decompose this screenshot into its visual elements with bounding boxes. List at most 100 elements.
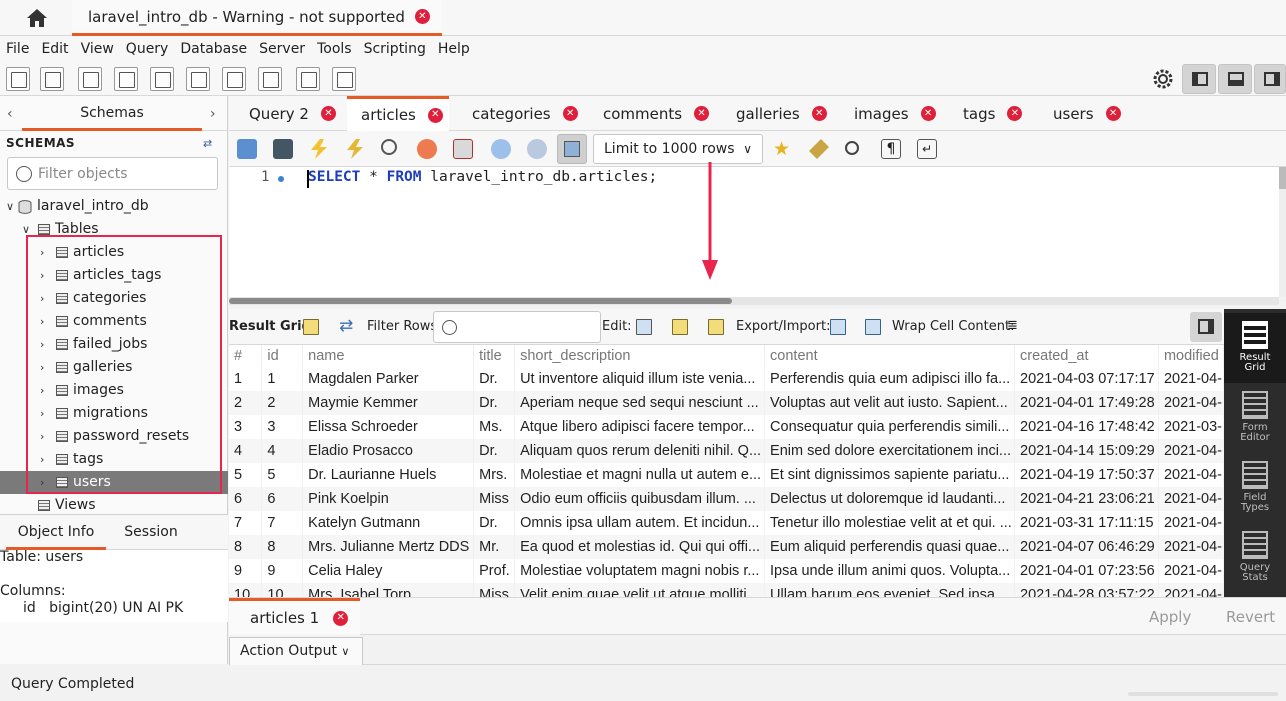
row-number[interactable]: 2 bbox=[229, 391, 263, 415]
expand-arrow-icon[interactable]: › bbox=[40, 448, 44, 471]
inspector-icon[interactable] bbox=[78, 67, 102, 91]
table-row[interactable]: 9 9 Celia Haley Prof. Molestiae voluptatem m… bbox=[229, 559, 1224, 583]
query-tab-galleries[interactable]: galleries ✕ bbox=[722, 96, 833, 131]
explain-icon[interactable] bbox=[381, 139, 397, 155]
table-cell[interactable]: Voluptas aut velit aut iusto. Sapient... bbox=[764, 391, 1015, 415]
table-cell[interactable]: 2021-04- bbox=[1158, 367, 1224, 391]
row-number[interactable]: 1 bbox=[229, 367, 263, 391]
table-cell[interactable]: 2021-04- bbox=[1158, 511, 1224, 535]
table-cell[interactable]: 7 bbox=[261, 511, 304, 535]
table-cell[interactable]: Magdalen Parker bbox=[302, 367, 475, 391]
settings-gear-icon[interactable] bbox=[1151, 67, 1175, 91]
table-cell[interactable]: 2021-04- bbox=[1158, 535, 1224, 559]
expand-arrow-icon[interactable]: › bbox=[40, 310, 44, 333]
row-number[interactable]: 3 bbox=[229, 415, 263, 439]
menu-file[interactable]: File bbox=[0, 41, 35, 57]
table-item-categories[interactable]: › categories bbox=[0, 287, 228, 310]
menu-query[interactable]: Query bbox=[120, 41, 175, 57]
create-function-icon[interactable] bbox=[258, 67, 282, 91]
table-item-migrations[interactable]: › migrations bbox=[0, 402, 228, 425]
table-cell[interactable]: Et sint dignissimos sapiente pariatu... bbox=[764, 463, 1015, 487]
side-panel-result-grid[interactable]: Result Grid bbox=[1224, 313, 1286, 383]
table-cell[interactable]: Molestiae et magni nulla ut autem e... bbox=[514, 463, 766, 487]
column-header[interactable]: title bbox=[473, 345, 516, 367]
row-number[interactable]: 10 bbox=[229, 583, 263, 597]
sql-editor[interactable]: 1 SELECT * FROM laravel_intro_db.article… bbox=[229, 167, 1286, 297]
close-tab-icon[interactable]: ✕ bbox=[1007, 106, 1023, 121]
import-icon[interactable] bbox=[865, 319, 881, 335]
close-tab-icon[interactable]: ✕ bbox=[1105, 106, 1121, 121]
toggle-output-button[interactable] bbox=[1218, 64, 1252, 94]
add-snippet-icon[interactable]: ★ bbox=[773, 139, 793, 159]
revert-button[interactable]: Revert bbox=[1226, 608, 1275, 626]
open-file-icon[interactable] bbox=[237, 139, 257, 159]
query-tab-articles[interactable]: articles ✕ bbox=[347, 96, 449, 131]
table-row[interactable]: 3 3 Elissa Schroeder Ms. Atque libero adipis… bbox=[229, 415, 1224, 439]
delete-row-icon[interactable] bbox=[708, 319, 724, 335]
table-item-users[interactable]: › users bbox=[0, 471, 228, 494]
close-tab-icon[interactable]: ✕ bbox=[427, 107, 443, 123]
row-number[interactable]: 9 bbox=[229, 559, 263, 583]
table-cell[interactable]: 2021-04- bbox=[1158, 463, 1224, 487]
column-header[interactable]: created_at bbox=[1014, 345, 1159, 367]
table-cell[interactable]: 10 bbox=[261, 583, 304, 597]
table-cell[interactable]: Pink Koelpin bbox=[302, 487, 475, 511]
table-row[interactable]: 5 5 Dr. Laurianne Huels Mrs. Molestiae et ma… bbox=[229, 463, 1224, 487]
table-cell[interactable]: 8 bbox=[261, 535, 304, 559]
action-output-select[interactable]: Action Output ∨ bbox=[229, 637, 363, 665]
table-cell[interactable]: Dr. bbox=[473, 391, 516, 415]
table-cell[interactable]: Omnis ipsa ullam autem. Et incidun... bbox=[514, 511, 766, 535]
expand-arrow-icon[interactable]: › bbox=[40, 425, 44, 448]
reconnect-icon[interactable] bbox=[332, 67, 356, 91]
menu-scripting[interactable]: Scripting bbox=[358, 41, 432, 57]
scrollbar-thumb[interactable] bbox=[229, 298, 732, 304]
table-cell[interactable]: Molestiae voluptatem magni nobis r... bbox=[514, 559, 766, 583]
column-header[interactable]: content bbox=[764, 345, 1015, 367]
column-header[interactable]: short_description bbox=[514, 345, 766, 367]
menu-help[interactable]: Help bbox=[432, 41, 476, 57]
table-cell[interactable]: Dr. bbox=[473, 367, 516, 391]
expand-arrow-icon[interactable]: › bbox=[40, 379, 44, 402]
toggle-side-panel-button[interactable] bbox=[1190, 312, 1222, 342]
close-tab-icon[interactable]: ✕ bbox=[562, 106, 578, 121]
connection-tab[interactable]: laravel_intro_db - Warning - not support… bbox=[72, 0, 442, 36]
find-icon[interactable] bbox=[845, 141, 859, 155]
table-row[interactable]: 4 4 Eladio Prosacco Dr. Aliquam quos rerum d… bbox=[229, 439, 1224, 463]
schema-node[interactable]: ∨ laravel_intro_db bbox=[0, 195, 228, 218]
table-cell[interactable]: 4 bbox=[261, 439, 304, 463]
wrap-lines-icon[interactable]: ↵ bbox=[917, 139, 937, 159]
table-cell[interactable]: Tenetur illo molestiae velit at et qui. … bbox=[764, 511, 1015, 535]
query-tab-query-2[interactable]: Query 2 ✕ bbox=[235, 96, 342, 131]
query-tab-tags[interactable]: tags ✕ bbox=[949, 96, 1028, 131]
table-cell[interactable]: 3 bbox=[261, 415, 304, 439]
table-cell[interactable]: Dr. bbox=[473, 511, 516, 535]
commit-icon[interactable] bbox=[491, 139, 511, 159]
close-result-tab-icon[interactable]: ✕ bbox=[333, 610, 349, 626]
expand-arrow-icon[interactable]: ∨ bbox=[22, 218, 30, 241]
table-cell[interactable]: Celia Haley bbox=[302, 559, 475, 583]
table-cell[interactable]: 2 bbox=[261, 391, 304, 415]
table-cell[interactable]: 2021-04- bbox=[1158, 487, 1224, 511]
edit-row-icon[interactable] bbox=[636, 319, 652, 335]
tab-schemas[interactable]: Schemas bbox=[22, 96, 202, 131]
column-header[interactable]: modified bbox=[1158, 345, 1224, 367]
table-cell[interactable]: 2021-03-31 17:11:15 bbox=[1014, 511, 1159, 535]
expand-arrow-icon[interactable]: › bbox=[40, 287, 44, 310]
chevron-right-icon[interactable]: › bbox=[210, 106, 216, 122]
create-view-icon[interactable] bbox=[186, 67, 210, 91]
close-tab-icon[interactable]: ✕ bbox=[320, 106, 336, 121]
auto-commit-toggle[interactable] bbox=[557, 134, 587, 164]
table-row[interactable]: 1 1 Magdalen Parker Dr. Ut inventore aliquid… bbox=[229, 367, 1224, 391]
table-cell[interactable]: 2021-04-16 17:48:42 bbox=[1014, 415, 1159, 439]
table-cell[interactable]: Ea quod et molestias id. Qui qui offi... bbox=[514, 535, 766, 559]
table-cell[interactable]: Velit enim quae velit ut atque molliti..… bbox=[514, 583, 766, 597]
export-icon[interactable] bbox=[830, 319, 846, 335]
table-cell[interactable]: Miss bbox=[473, 583, 516, 597]
table-item-galleries[interactable]: › galleries bbox=[0, 356, 228, 379]
rollback-icon[interactable] bbox=[527, 139, 547, 159]
save-icon[interactable] bbox=[273, 139, 293, 159]
close-tab-icon[interactable]: ✕ bbox=[920, 106, 936, 121]
table-cell[interactable]: 2021-04-07 06:46:29 bbox=[1014, 535, 1159, 559]
search-table-data-icon[interactable] bbox=[296, 67, 320, 91]
refresh-schemas-icon[interactable]: ⇄ bbox=[203, 137, 217, 150]
